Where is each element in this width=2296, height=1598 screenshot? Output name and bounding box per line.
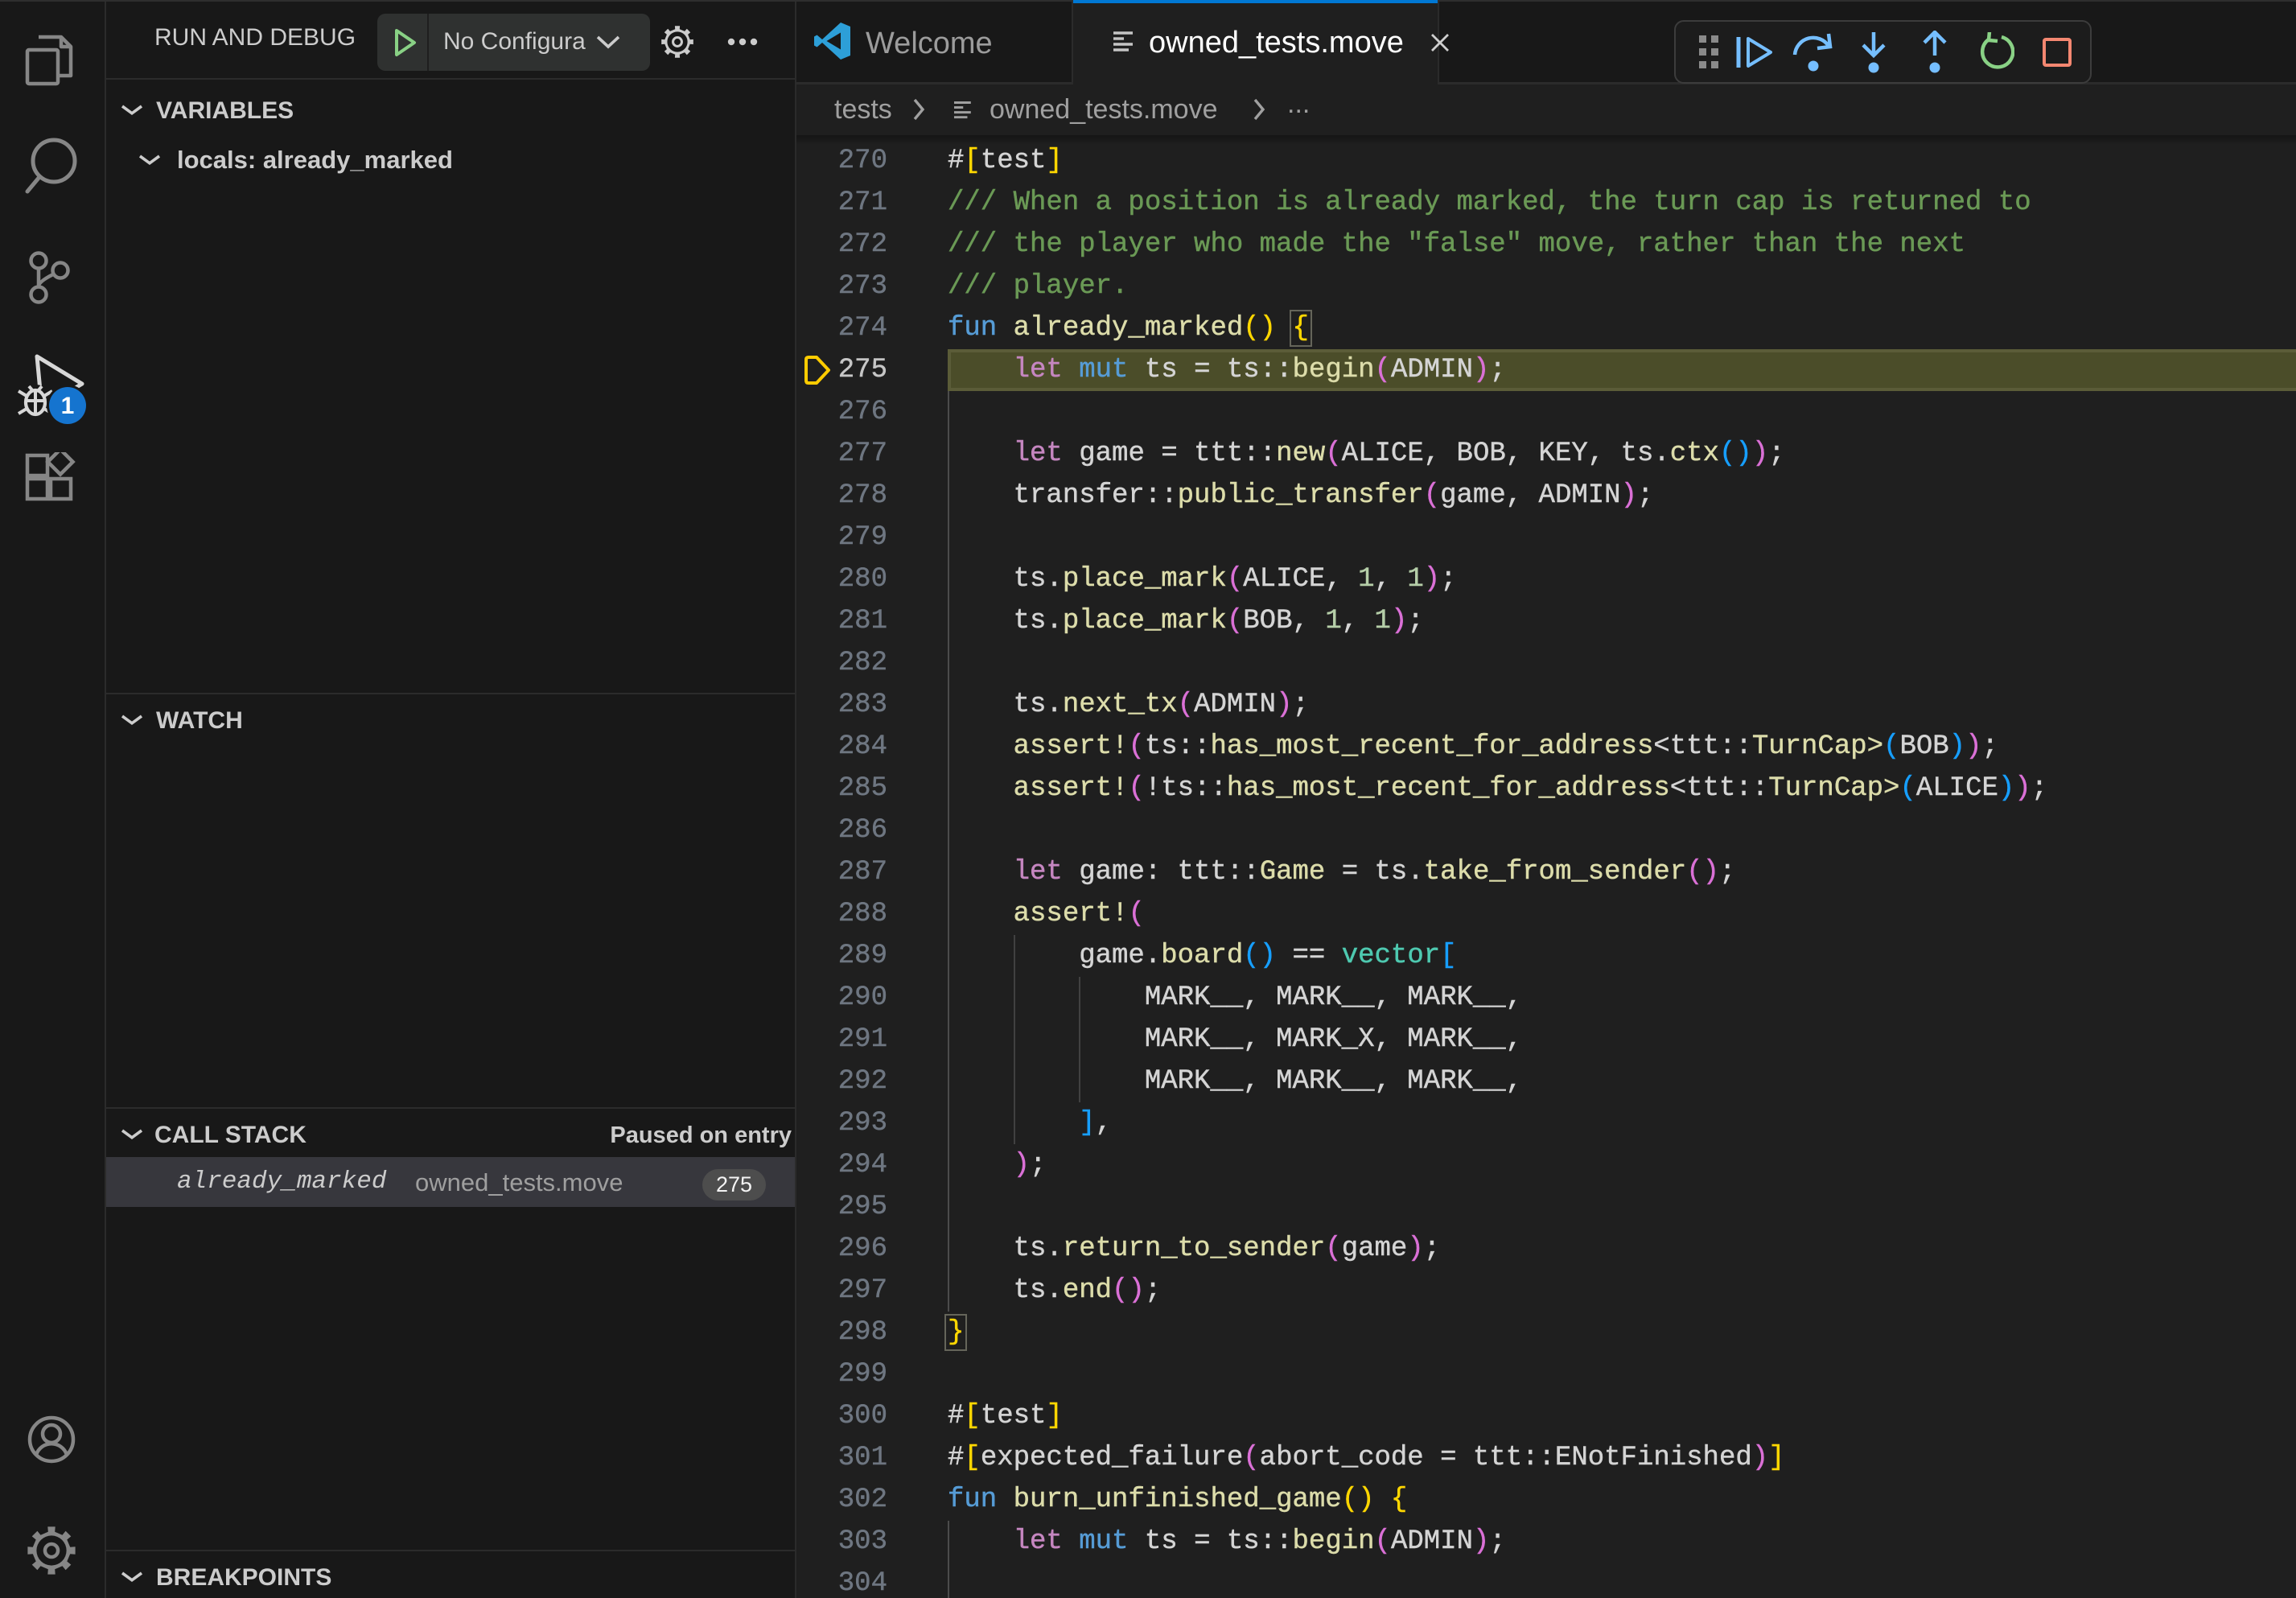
svg-text:1: 1	[61, 393, 75, 419]
